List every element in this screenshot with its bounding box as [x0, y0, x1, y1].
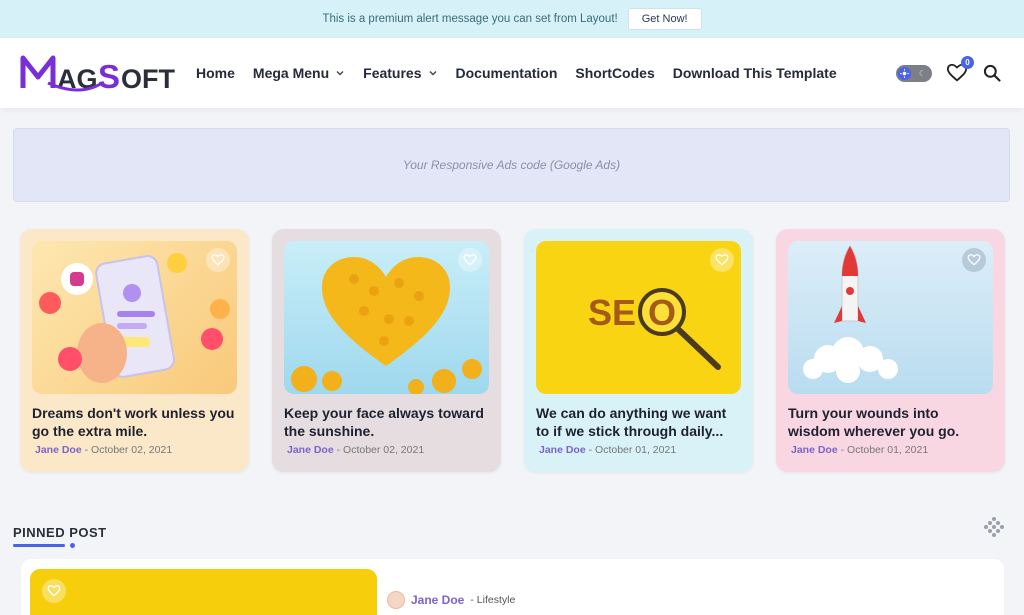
category-label: Lifestyle: [476, 594, 516, 606]
post-author[interactable]: Jane Doe: [411, 593, 464, 607]
post-meta: Jane Doe - October 01, 2021: [539, 444, 677, 456]
nav-label: Mega Menu: [252, 65, 330, 81]
heart-icon: [211, 254, 225, 266]
nav-label: ShortCodes: [575, 65, 655, 81]
svg-text:S: S: [98, 58, 120, 95]
chevron-down-icon: [429, 71, 436, 76]
post-image-rocket[interactable]: [788, 241, 993, 394]
nav-label: Download This Template: [672, 65, 837, 81]
post-date: October 02, 2021: [91, 444, 173, 456]
svg-text:O: O: [648, 292, 676, 333]
add-favorite-button[interactable]: [962, 248, 986, 272]
favorites-count-badge: 0: [961, 56, 974, 69]
pinned-post-card[interactable]: Jane Doe - Lifestyle: [21, 559, 1004, 615]
add-favorite-button[interactable]: [206, 248, 230, 272]
heart-icon: [463, 254, 477, 266]
post-card[interactable]: Keep your face always toward the sunshin…: [272, 229, 501, 472]
nav-mega-menu[interactable]: Mega Menu: [253, 65, 345, 81]
post-date: October 01, 2021: [595, 444, 677, 456]
post-card[interactable]: Dreams don't work unless you go the extr…: [20, 229, 249, 472]
nav-documentation[interactable]: Documentation: [456, 65, 558, 81]
heart-icon: [47, 585, 61, 597]
sun-icon: [898, 66, 911, 80]
post-author[interactable]: Jane Doe: [35, 444, 82, 456]
search-icon[interactable]: [982, 63, 1002, 83]
add-favorite-button[interactable]: [42, 579, 66, 603]
post-image-emoji-heart[interactable]: [284, 241, 489, 394]
nav-home[interactable]: Home: [196, 65, 235, 81]
grid-dots-icon[interactable]: [983, 516, 1005, 538]
header-actions: ☾ 0: [896, 38, 1002, 108]
main-nav: Home Mega Menu Features Documentation Sh…: [196, 38, 837, 108]
post-image-social-media[interactable]: [32, 241, 237, 394]
pinned-post-image[interactable]: [30, 569, 377, 615]
post-title[interactable]: Dreams don't work unless you go the extr…: [32, 404, 237, 440]
alert-message: This is a premium alert message you can …: [322, 13, 618, 25]
post-date: October 02, 2021: [343, 444, 425, 456]
avatar[interactable]: [387, 591, 405, 609]
pinned-post-heading: PINNED POST: [13, 525, 107, 540]
heart-icon: [715, 254, 729, 266]
post-card[interactable]: Turn your wounds into wisdom wherever yo…: [776, 229, 1005, 472]
nav-label: Home: [196, 65, 235, 81]
heading-dot: [70, 543, 75, 548]
favorites-button[interactable]: 0: [946, 56, 974, 84]
post-title[interactable]: Turn your wounds into wisdom wherever yo…: [788, 404, 993, 440]
nav-label: Features: [363, 65, 422, 81]
nav-download-template[interactable]: Download This Template: [673, 65, 837, 81]
post-meta: Jane Doe - October 02, 2021: [35, 444, 173, 456]
svg-text:OFT: OFT: [121, 64, 175, 94]
get-now-button[interactable]: Get Now!: [627, 8, 702, 30]
alert-bar: This is a premium alert message you can …: [0, 0, 1024, 38]
post-author[interactable]: Jane Doe: [287, 444, 334, 456]
moon-icon: ☾: [918, 68, 926, 78]
site-header: AG S OFT Home Mega Menu Features Documen…: [0, 38, 1024, 108]
nav-features[interactable]: Features: [363, 65, 437, 81]
post-title[interactable]: We can do anything we want to if we stic…: [536, 404, 741, 440]
magsoft-logo[interactable]: AG S OFT: [20, 53, 185, 95]
ad-placeholder: Your Responsive Ads code (Google Ads): [13, 128, 1010, 202]
dark-mode-toggle[interactable]: ☾: [896, 64, 932, 82]
nav-shortcodes[interactable]: ShortCodes: [575, 65, 654, 81]
post-meta: Jane Doe - October 02, 2021: [287, 444, 425, 456]
ad-text: Your Responsive Ads code (Google Ads): [402, 158, 621, 172]
chevron-down-icon: [336, 71, 344, 76]
pinned-post-meta: Jane Doe - Lifestyle: [387, 591, 515, 609]
post-image-seo[interactable]: SE O: [536, 241, 741, 394]
heading-underline: [13, 544, 65, 547]
add-favorite-button[interactable]: [710, 248, 734, 272]
add-favorite-button[interactable]: [458, 248, 482, 272]
heart-icon: [967, 254, 981, 266]
post-date: October 01, 2021: [847, 444, 929, 456]
post-author[interactable]: Jane Doe: [791, 444, 838, 456]
svg-text:SE: SE: [588, 292, 636, 333]
post-category[interactable]: - Lifestyle: [470, 594, 515, 606]
post-meta: Jane Doe - October 01, 2021: [791, 444, 929, 456]
post-author[interactable]: Jane Doe: [539, 444, 586, 456]
post-card[interactable]: SE O We can do anything we want to if we…: [524, 229, 753, 472]
nav-label: Documentation: [455, 65, 558, 81]
category-separator: -: [470, 594, 474, 606]
post-title[interactable]: Keep your face always toward the sunshin…: [284, 404, 489, 440]
